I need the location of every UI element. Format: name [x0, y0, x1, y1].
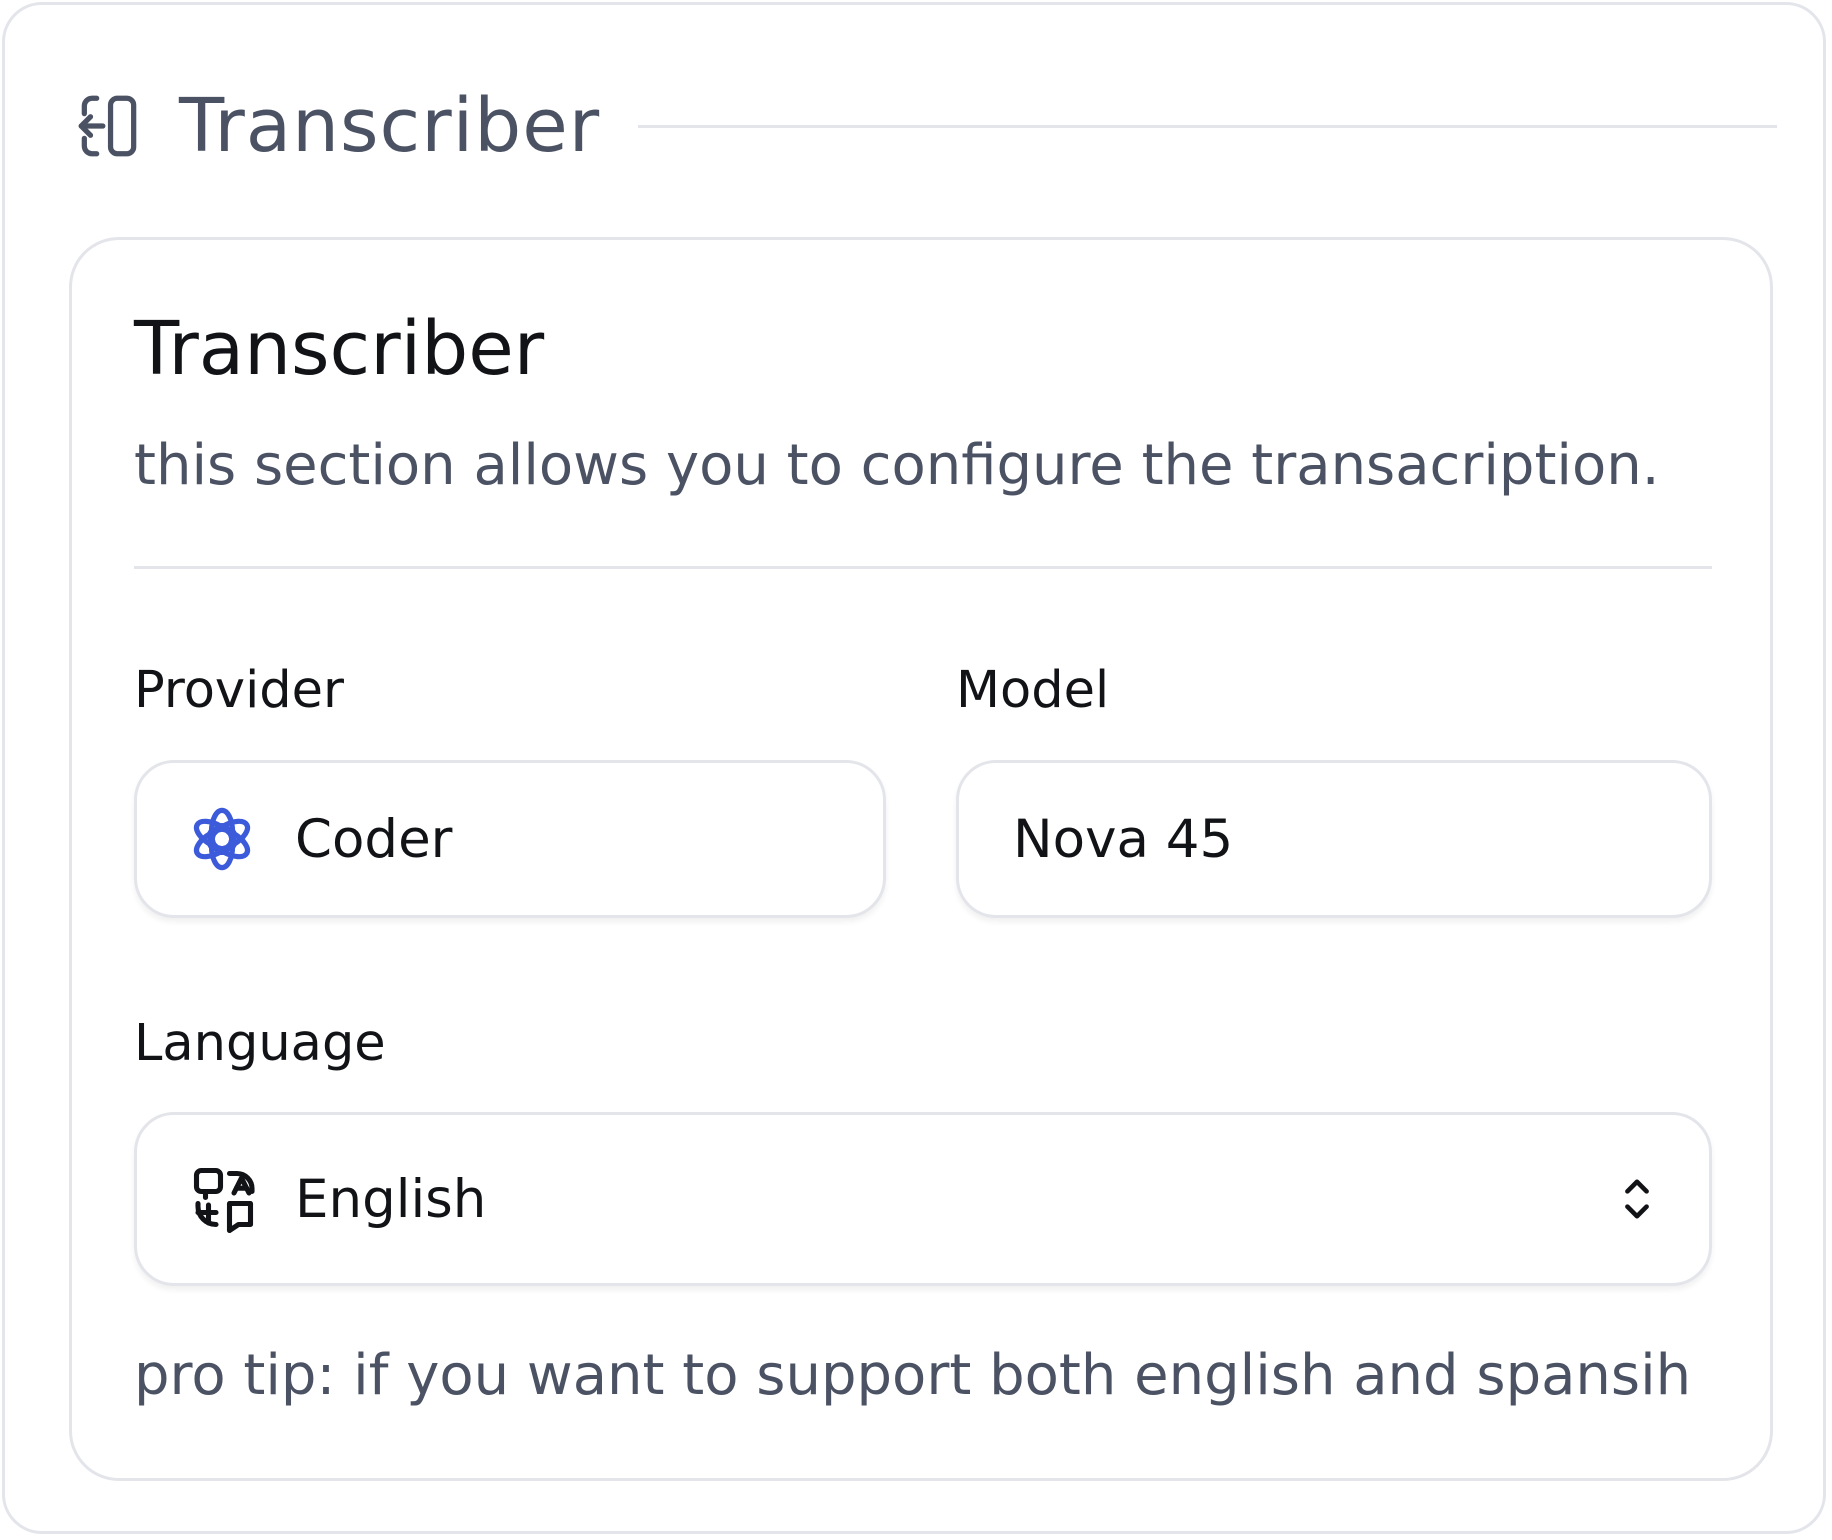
- model-label: Model: [956, 661, 1110, 720]
- provider-select[interactable]: Coder: [134, 760, 886, 918]
- model-value: Nova 45: [1013, 808, 1234, 870]
- chevron-up-down-icon[interactable]: [1617, 1174, 1657, 1224]
- header-divider: [638, 124, 1777, 128]
- language-label: Language: [134, 1014, 386, 1073]
- card-divider: [134, 566, 1712, 569]
- provider-value: Coder: [295, 808, 453, 870]
- model-select[interactable]: Nova 45: [956, 760, 1712, 918]
- section-title: Transcriber: [179, 83, 601, 169]
- provider-label: Provider: [134, 661, 344, 720]
- transcriber-card: Transcriber this section allows you to c…: [69, 237, 1773, 1481]
- log-in-icon: [69, 86, 149, 166]
- language-value: English: [295, 1168, 487, 1230]
- transcriber-panel: Transcriber Transcriber this section all…: [2, 2, 1826, 1534]
- language-select[interactable]: English: [134, 1112, 1712, 1286]
- provider-logo-icon: [187, 804, 257, 874]
- section-header: Transcriber: [69, 81, 1777, 171]
- card-title: Transcriber: [134, 306, 545, 392]
- pro-tip-text: pro tip: if you want to support both eng…: [134, 1343, 1692, 1408]
- card-description: this section allows you to configure the…: [134, 433, 1660, 498]
- translate-icon: [189, 1163, 261, 1235]
